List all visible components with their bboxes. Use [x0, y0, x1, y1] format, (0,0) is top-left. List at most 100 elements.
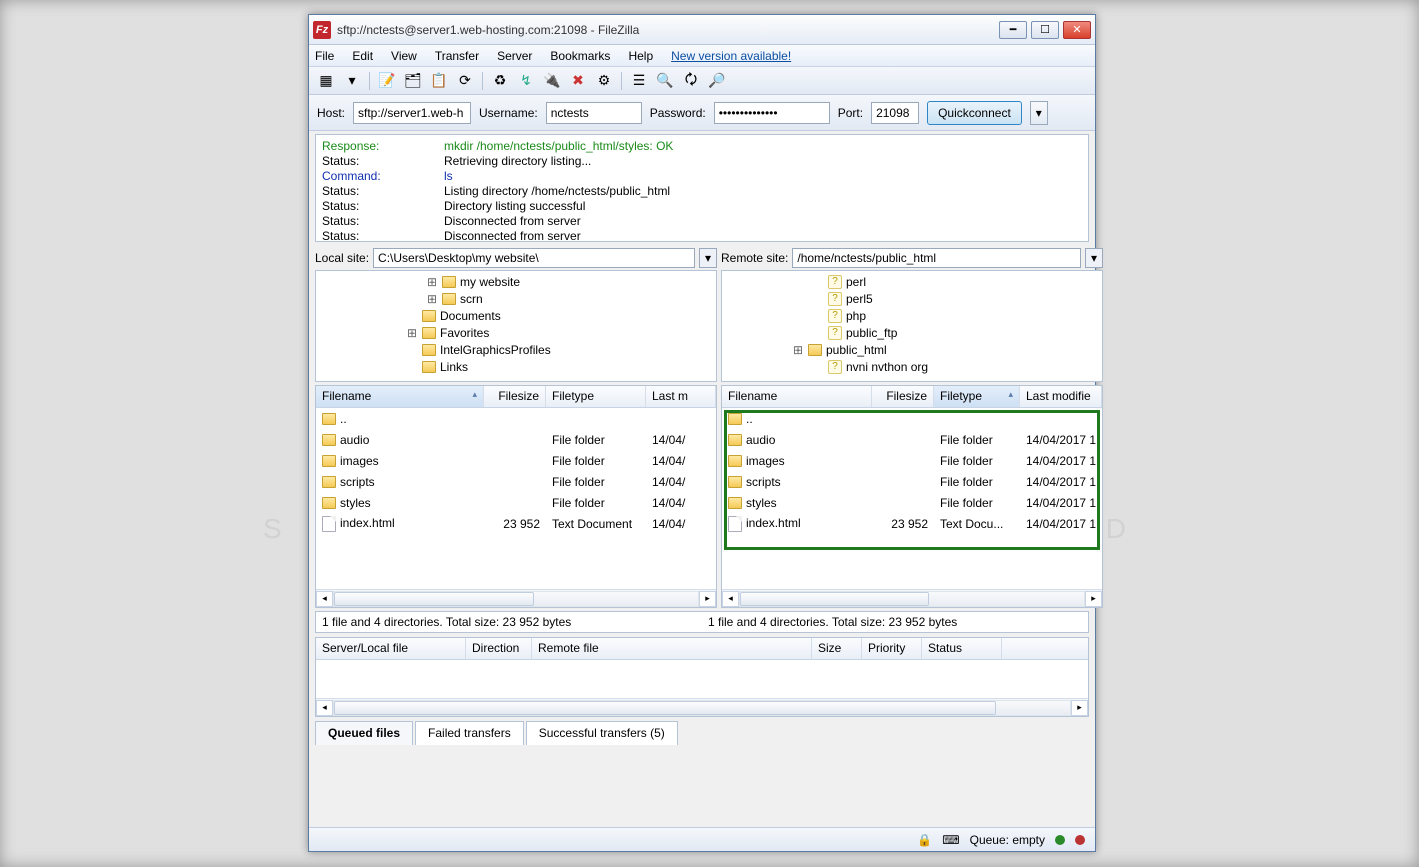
- tab-success[interactable]: Successful transfers (5): [526, 721, 678, 745]
- remote-path-input[interactable]: [792, 248, 1081, 268]
- refresh-icon[interactable]: ⟳: [454, 71, 476, 91]
- col-filename[interactable]: Filename: [316, 386, 484, 407]
- col-size[interactable]: Size: [812, 638, 862, 659]
- menu-view[interactable]: View: [391, 49, 417, 63]
- col-direction[interactable]: Direction: [466, 638, 532, 659]
- tree-twisty-icon[interactable]: ⊞: [426, 292, 438, 306]
- quickconnect-button[interactable]: Quickconnect: [927, 101, 1022, 125]
- sync-icon[interactable]: 🗘: [680, 71, 702, 91]
- tree-item[interactable]: ?perl5: [812, 290, 1100, 307]
- file-row[interactable]: index.html23 952Text Document14/04/: [316, 513, 716, 534]
- menu-new-version[interactable]: New version available!: [671, 49, 791, 63]
- tree-twisty-icon[interactable]: ⊞: [426, 275, 438, 289]
- message-log[interactable]: Response:mkdir /home/nctests/public_html…: [315, 134, 1089, 242]
- col-filetype[interactable]: Filetype: [934, 386, 1020, 407]
- file-row[interactable]: stylesFile folder14/04/2017 1: [722, 492, 1102, 513]
- col-lastmod[interactable]: Last modifie: [1020, 386, 1102, 407]
- username-input[interactable]: [546, 102, 642, 124]
- file-row[interactable]: audioFile folder14/04/: [316, 429, 716, 450]
- tree-item[interactable]: ⊞my website: [426, 273, 714, 290]
- scroll-left-icon[interactable]: ◂: [316, 700, 333, 716]
- quickconnect-dropdown[interactable]: ▾: [1030, 101, 1048, 125]
- scroll-right-icon[interactable]: ▸: [1085, 591, 1102, 607]
- local-path-input[interactable]: [373, 248, 695, 268]
- tree-item[interactable]: ?nvni nvthon org: [812, 358, 1100, 375]
- local-tree[interactable]: ⊞my website⊞scrnDocuments⊞FavoritesIntel…: [315, 270, 717, 382]
- tree-item[interactable]: ?public_ftp: [812, 324, 1100, 341]
- port-input[interactable]: [871, 102, 919, 124]
- reconnect-icon[interactable]: ✖: [567, 71, 589, 91]
- menu-file[interactable]: File: [315, 49, 334, 63]
- tree-item[interactable]: ⊞Favorites: [406, 324, 714, 341]
- remote-hscroll[interactable]: ◂ ▸: [722, 589, 1102, 607]
- tab-queued[interactable]: Queued files: [315, 721, 413, 745]
- local-hscroll[interactable]: ◂ ▸: [316, 589, 716, 607]
- file-row[interactable]: imagesFile folder14/04/2017 1: [722, 450, 1102, 471]
- tree-twisty-icon[interactable]: ⊞: [406, 326, 418, 340]
- filter-icon[interactable]: ☰: [628, 71, 650, 91]
- tab-failed[interactable]: Failed transfers: [415, 721, 524, 745]
- stop-icon[interactable]: ⚙: [593, 71, 615, 91]
- local-path-dropdown[interactable]: ▾: [699, 248, 717, 268]
- tree-item[interactable]: Links: [406, 358, 714, 375]
- toggle-log-icon[interactable]: 📝: [376, 71, 398, 91]
- toggle-queue-icon[interactable]: 📋: [428, 71, 450, 91]
- menu-transfer[interactable]: Transfer: [435, 49, 479, 63]
- menu-server[interactable]: Server: [497, 49, 532, 63]
- scroll-left-icon[interactable]: ◂: [722, 591, 739, 607]
- col-server[interactable]: Server/Local file: [316, 638, 466, 659]
- tree-item[interactable]: ?perl: [812, 273, 1100, 290]
- minimize-button[interactable]: ━: [999, 21, 1027, 39]
- file-row[interactable]: ..: [316, 408, 716, 429]
- queue-columns[interactable]: Server/Local file Direction Remote file …: [316, 638, 1088, 660]
- remote-path-dropdown[interactable]: ▾: [1085, 248, 1103, 268]
- col-status[interactable]: Status: [922, 638, 1002, 659]
- col-remote[interactable]: Remote file: [532, 638, 812, 659]
- menu-bookmarks[interactable]: Bookmarks: [550, 49, 610, 63]
- cancel-icon[interactable]: ↯: [515, 71, 537, 91]
- col-filetype[interactable]: Filetype: [546, 386, 646, 407]
- queue-hscroll[interactable]: ◂ ▸: [316, 698, 1088, 716]
- file-row[interactable]: stylesFile folder14/04/: [316, 492, 716, 513]
- tree-item[interactable]: ⊞public_html: [792, 341, 1100, 358]
- close-button[interactable]: ✕: [1063, 21, 1091, 39]
- col-filesize[interactable]: Filesize: [484, 386, 546, 407]
- local-columns[interactable]: Filename Filesize Filetype Last m: [316, 386, 716, 408]
- maximize-button[interactable]: ☐: [1031, 21, 1059, 39]
- sitemanager-icon[interactable]: ▦: [315, 71, 337, 91]
- col-lastmod[interactable]: Last m: [646, 386, 716, 407]
- local-filelist[interactable]: Filename Filesize Filetype Last m ..audi…: [315, 385, 717, 608]
- toggle-tree-icon[interactable]: 🗂: [402, 71, 424, 91]
- remote-tree[interactable]: ?perl?perl5?php?public_ftp⊞public_html?n…: [721, 270, 1103, 382]
- host-input[interactable]: [353, 102, 471, 124]
- file-row[interactable]: scriptsFile folder14/04/2017 1: [722, 471, 1102, 492]
- remote-filelist[interactable]: Filename Filesize Filetype Last modifie …: [721, 385, 1103, 608]
- scroll-right-icon[interactable]: ▸: [1071, 700, 1088, 716]
- tree-item[interactable]: ?php: [812, 307, 1100, 324]
- dropdown-icon[interactable]: ▾: [341, 71, 363, 91]
- remote-columns[interactable]: Filename Filesize Filetype Last modifie: [722, 386, 1102, 408]
- tree-item[interactable]: ⊞scrn: [426, 290, 714, 307]
- col-filesize[interactable]: Filesize: [872, 386, 934, 407]
- transfer-queue[interactable]: Server/Local file Direction Remote file …: [315, 637, 1089, 717]
- process-queue-icon[interactable]: ♻: [489, 71, 511, 91]
- file-row[interactable]: scriptsFile folder14/04/: [316, 471, 716, 492]
- file-row[interactable]: audioFile folder14/04/2017 1: [722, 429, 1102, 450]
- password-input[interactable]: [714, 102, 830, 124]
- file-row[interactable]: index.html23 952Text Docu...14/04/2017 1: [722, 513, 1102, 534]
- menu-help[interactable]: Help: [628, 49, 653, 63]
- tree-item[interactable]: IntelGraphicsProfiles: [406, 341, 714, 358]
- scroll-right-icon[interactable]: ▸: [699, 591, 716, 607]
- search-icon[interactable]: 🔎: [706, 71, 728, 91]
- disconnect-icon[interactable]: 🔌: [541, 71, 563, 91]
- tree-twisty-icon[interactable]: ⊞: [792, 343, 804, 357]
- file-row[interactable]: imagesFile folder14/04/: [316, 450, 716, 471]
- scroll-left-icon[interactable]: ◂: [316, 591, 333, 607]
- titlebar[interactable]: Fz sftp://nctests@server1.web-hosting.co…: [309, 15, 1095, 45]
- col-priority[interactable]: Priority: [862, 638, 922, 659]
- menu-edit[interactable]: Edit: [352, 49, 373, 63]
- compare-icon[interactable]: 🔍: [654, 71, 676, 91]
- col-filename[interactable]: Filename: [722, 386, 872, 407]
- file-row[interactable]: ..: [722, 408, 1102, 429]
- tree-item[interactable]: Documents: [406, 307, 714, 324]
